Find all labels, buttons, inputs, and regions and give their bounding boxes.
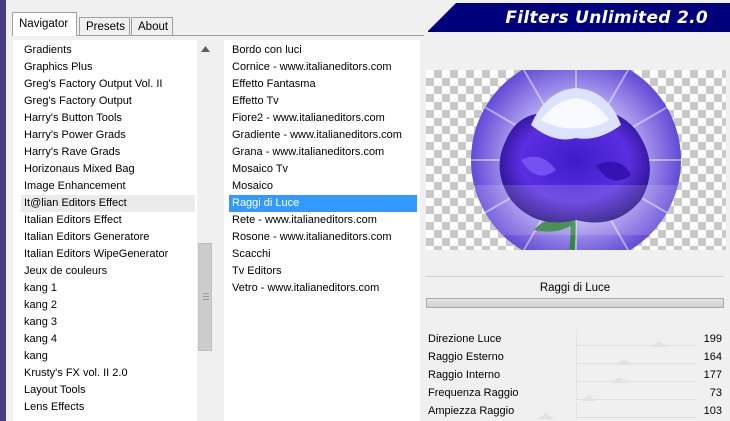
banner-title: Filters Unlimited 2.0 — [505, 8, 708, 28]
category-item[interactable]: Image Enhancement — [21, 178, 195, 195]
parameter-value: 103 — [703, 405, 722, 417]
slider-thumb[interactable] — [616, 359, 632, 365]
scrollbar-thumb[interactable] — [198, 243, 212, 351]
parameter-slider[interactable] — [576, 417, 696, 418]
filter-item[interactable]: Scacchi — [229, 246, 417, 263]
category-item[interactable]: Krusty's FX vol. II 2.0 — [21, 365, 195, 382]
parameter-label: Raggio Esterno — [428, 351, 504, 363]
category-item[interactable]: kang — [21, 348, 195, 365]
filter-list-panel: Bordo con luci Cornice - www.italianedito… — [224, 40, 420, 421]
category-item[interactable]: kang 2 — [21, 297, 195, 314]
parameter-row: Raggio Interno 177 — [426, 366, 726, 384]
parameter-value: 177 — [703, 369, 722, 381]
parameter-row: Direzione Luce 199 — [426, 330, 726, 348]
category-item[interactable]: Italian Editors Effect — [21, 212, 195, 229]
filter-preview — [426, 55, 726, 265]
category-item[interactable]: Harry's Rave Grads — [21, 144, 195, 161]
filter-item[interactable]: Fiore2 - www.italianeditors.com — [229, 110, 417, 127]
filter-item[interactable]: Vetro - www.italianeditors.com — [229, 280, 417, 297]
category-list-panel: Gradients Graphics Plus Greg's Factory Out… — [13, 40, 197, 421]
filter-item[interactable]: Mosaico Tv — [229, 161, 417, 178]
filter-item[interactable]: Raggi di Luce — [229, 195, 417, 212]
parameter-slider[interactable] — [576, 363, 696, 364]
tab-navigator[interactable]: Navigator — [12, 12, 77, 36]
parameter-slider[interactable] — [576, 381, 696, 382]
window-edge — [0, 0, 6, 421]
tab-about[interactable]: About — [131, 17, 173, 35]
filter-item[interactable]: Grana - www.italianeditors.com — [229, 144, 417, 161]
filter-item[interactable]: Rosone - www.italianeditors.com — [229, 229, 417, 246]
triangle-up-icon[interactable] — [197, 40, 214, 57]
category-item[interactable]: kang 1 — [21, 280, 195, 297]
parameter-row: Raggio Esterno 164 — [426, 348, 726, 366]
category-item[interactable]: It@lian Editors Effect — [21, 195, 195, 212]
progress-bar — [426, 298, 724, 308]
parameter-label: Direzione Luce — [428, 333, 502, 345]
slider-thumb[interactable] — [611, 377, 627, 383]
slider-thumb[interactable] — [651, 341, 667, 347]
slider-thumb[interactable] — [538, 413, 554, 419]
category-item[interactable]: Gradients — [21, 42, 195, 59]
category-item[interactable]: Greg's Factory Output — [21, 93, 195, 110]
parameter-label: Ampiezza Raggio — [428, 405, 515, 417]
category-item[interactable]: Italian Editors WipeGenerator — [21, 246, 195, 263]
category-item[interactable]: kang 3 — [21, 314, 195, 331]
category-item[interactable]: Jeux de couleurs — [21, 263, 195, 280]
category-scrollbar[interactable] — [197, 40, 214, 421]
filters-unlimited-banner: Filters Unlimited 2.0 — [428, 3, 730, 31]
filter-list: Bordo con luci Cornice - www.italianedito… — [229, 42, 417, 297]
parameter-label: Frequenza Raggio — [428, 387, 519, 399]
category-item[interactable]: kang 4 — [21, 331, 195, 348]
category-item[interactable]: Graphics Plus — [21, 59, 195, 76]
filter-item[interactable]: Effetto Fantasma — [229, 76, 417, 93]
filter-item[interactable]: Mosaico — [229, 178, 417, 195]
category-item[interactable]: Harry's Power Grads — [21, 127, 195, 144]
banner-divider — [428, 31, 730, 32]
filter-item[interactable]: Effetto Tv — [229, 93, 417, 110]
parameter-value: 73 — [709, 387, 722, 399]
filter-item[interactable]: Gradiente - www.italianeditors.com — [229, 127, 417, 144]
parameter-value: 199 — [703, 333, 722, 345]
category-item[interactable]: Harry's Button Tools — [21, 110, 195, 127]
slider-thumb[interactable] — [581, 395, 597, 401]
parameter-row: Frequenza Raggio 73 — [426, 384, 726, 402]
filter-item[interactable]: Cornice - www.italianeditors.com — [229, 59, 417, 76]
parameter-label: Raggio Interno — [428, 369, 501, 381]
tab-presets[interactable]: Presets — [79, 17, 130, 35]
filter-name-label: Raggi di Luce — [426, 276, 724, 299]
parameter-slider[interactable] — [576, 345, 696, 346]
category-item[interactable]: Italian Editors Generatore — [21, 229, 195, 246]
parameter-row: Ampiezza Raggio 103 — [426, 402, 726, 420]
filter-parameters: Direzione Luce 199 Raggio Esterno 164 Raggio… — [426, 330, 726, 420]
category-item[interactable]: Horizonaus Mixed Bag — [21, 161, 195, 178]
parameter-value: 164 — [703, 351, 722, 363]
category-item[interactable]: Greg's Factory Output Vol. II — [21, 76, 195, 93]
category-item[interactable]: Layout Tools — [21, 382, 195, 399]
filter-item[interactable]: Bordo con luci — [229, 42, 417, 59]
preview-flower-image — [471, 55, 681, 265]
category-item[interactable]: Lens Effects — [21, 399, 195, 416]
filter-item[interactable]: Tv Editors — [229, 263, 417, 280]
filter-item[interactable]: Rete - www.italianeditors.com — [229, 212, 417, 229]
category-list: Gradients Graphics Plus Greg's Factory Out… — [21, 42, 195, 416]
